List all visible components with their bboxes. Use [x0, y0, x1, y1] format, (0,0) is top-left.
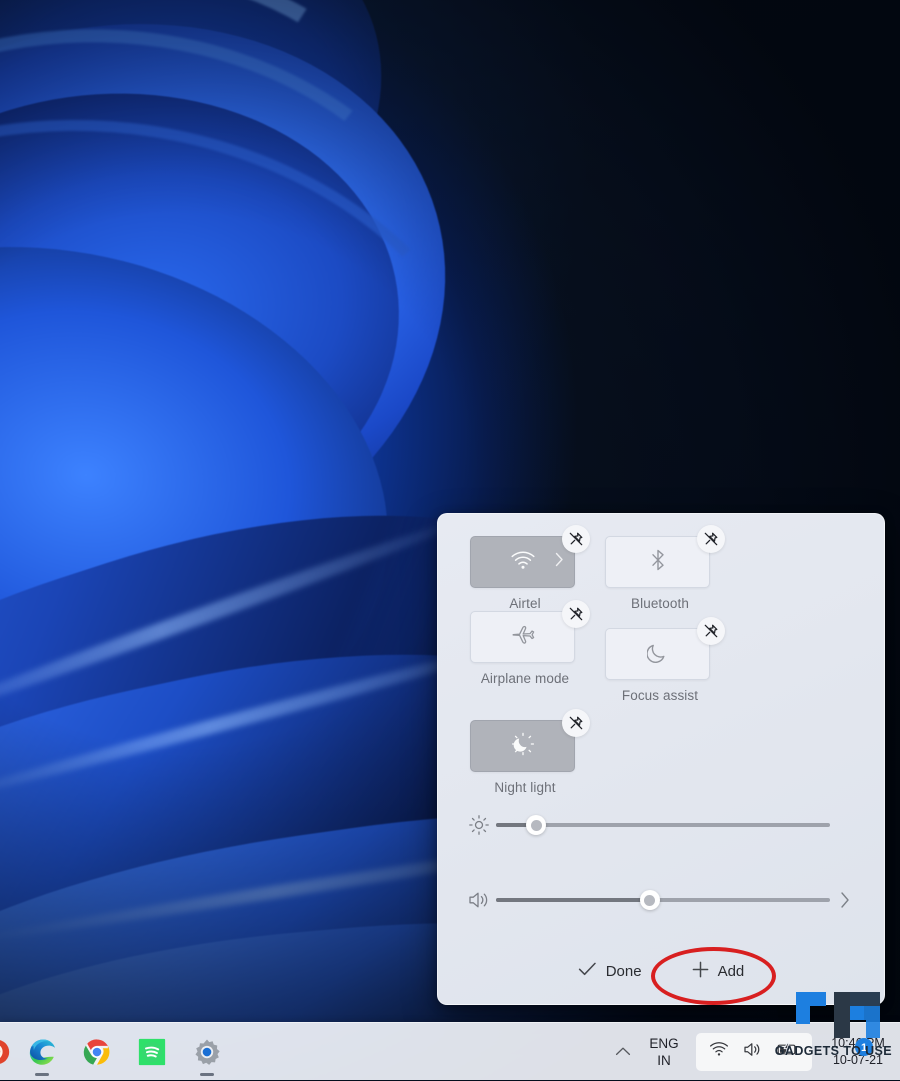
taskbar-running-indicator	[200, 1073, 214, 1076]
quick-setting-tile-night-light[interactable]: Night light	[470, 720, 605, 795]
checkmark-icon	[578, 961, 597, 981]
quick-settings-footer: Done Add	[438, 938, 884, 1004]
volume-slider-row[interactable]	[438, 889, 884, 911]
edge-icon	[27, 1037, 57, 1067]
slider-track	[496, 823, 830, 827]
unpin-icon[interactable]	[697, 525, 725, 553]
taskbar-app-icon-red[interactable]	[0, 1023, 14, 1081]
chevron-right-icon[interactable]	[555, 552, 564, 572]
language-indicator[interactable]: ENG IN	[640, 1035, 688, 1069]
plus-icon	[692, 961, 709, 982]
volume-icon[interactable]	[743, 1041, 763, 1063]
quick-settings-panel[interactable]: Airtel Bluetooth	[437, 513, 885, 1005]
tile-label: Night light	[470, 780, 580, 795]
tile-label: Bluetooth	[605, 596, 715, 611]
taskbar[interactable]: ENG IN	[0, 1022, 900, 1080]
tile-button-airplane-mode[interactable]	[470, 611, 575, 663]
app-icon-red	[0, 1037, 12, 1067]
slider-thumb[interactable]	[526, 815, 546, 835]
done-button[interactable]: Done	[566, 955, 654, 987]
slider-thumb[interactable]	[640, 890, 660, 910]
done-label: Done	[606, 963, 642, 980]
add-button[interactable]: Add	[680, 955, 757, 988]
tile-button-bluetooth[interactable]	[605, 536, 710, 588]
taskbar-running-indicator	[35, 1073, 49, 1076]
add-label: Add	[718, 963, 745, 980]
brightness-icon	[462, 814, 496, 836]
moon-icon	[647, 640, 669, 669]
spotify-icon	[137, 1037, 167, 1067]
taskbar-app-chrome[interactable]	[69, 1023, 124, 1081]
quick-setting-tile-airtel[interactable]: Airtel	[470, 536, 605, 611]
quick-setting-tile-airplane-mode[interactable]: Airplane mode	[470, 611, 605, 703]
taskbar-app-list	[0, 1023, 234, 1080]
bluetooth-icon	[649, 548, 667, 577]
volume-icon	[462, 889, 496, 911]
slider-fill	[496, 898, 650, 902]
watermark-text: GADGETS TO USE	[775, 1044, 892, 1058]
unpin-icon[interactable]	[697, 617, 725, 645]
brightness-slider[interactable]	[496, 815, 830, 835]
unpin-icon[interactable]	[562, 600, 590, 628]
chevron-up-icon[interactable]	[606, 1046, 640, 1057]
tile-label: Focus assist	[605, 688, 715, 703]
brightness-slider-row[interactable]	[438, 814, 884, 836]
language-line-1: ENG	[640, 1035, 688, 1052]
airplane-icon	[510, 624, 536, 651]
unpin-icon[interactable]	[562, 709, 590, 737]
taskbar-app-settings[interactable]	[179, 1023, 234, 1081]
taskbar-app-edge[interactable]	[14, 1023, 69, 1081]
night-light-icon	[510, 731, 536, 762]
unpin-icon[interactable]	[562, 525, 590, 553]
quick-setting-tile-bluetooth[interactable]: Bluetooth	[605, 536, 740, 611]
tile-button-airtel[interactable]	[470, 536, 575, 588]
wifi-icon	[510, 550, 536, 575]
settings-icon	[192, 1037, 222, 1067]
volume-slider[interactable]	[496, 890, 830, 910]
language-line-2: IN	[640, 1052, 688, 1069]
tile-button-night-light[interactable]	[470, 720, 575, 772]
taskbar-app-spotify[interactable]	[124, 1023, 179, 1081]
tile-label: Airplane mode	[470, 671, 580, 686]
quick-setting-tile-focus-assist[interactable]: Focus assist	[605, 628, 740, 703]
quick-settings-tile-grid: Airtel Bluetooth	[438, 536, 884, 795]
tile-button-focus-assist[interactable]	[605, 628, 710, 680]
wifi-icon[interactable]	[709, 1041, 729, 1062]
chrome-icon	[82, 1037, 112, 1067]
volume-output-chevron[interactable]	[830, 891, 860, 909]
